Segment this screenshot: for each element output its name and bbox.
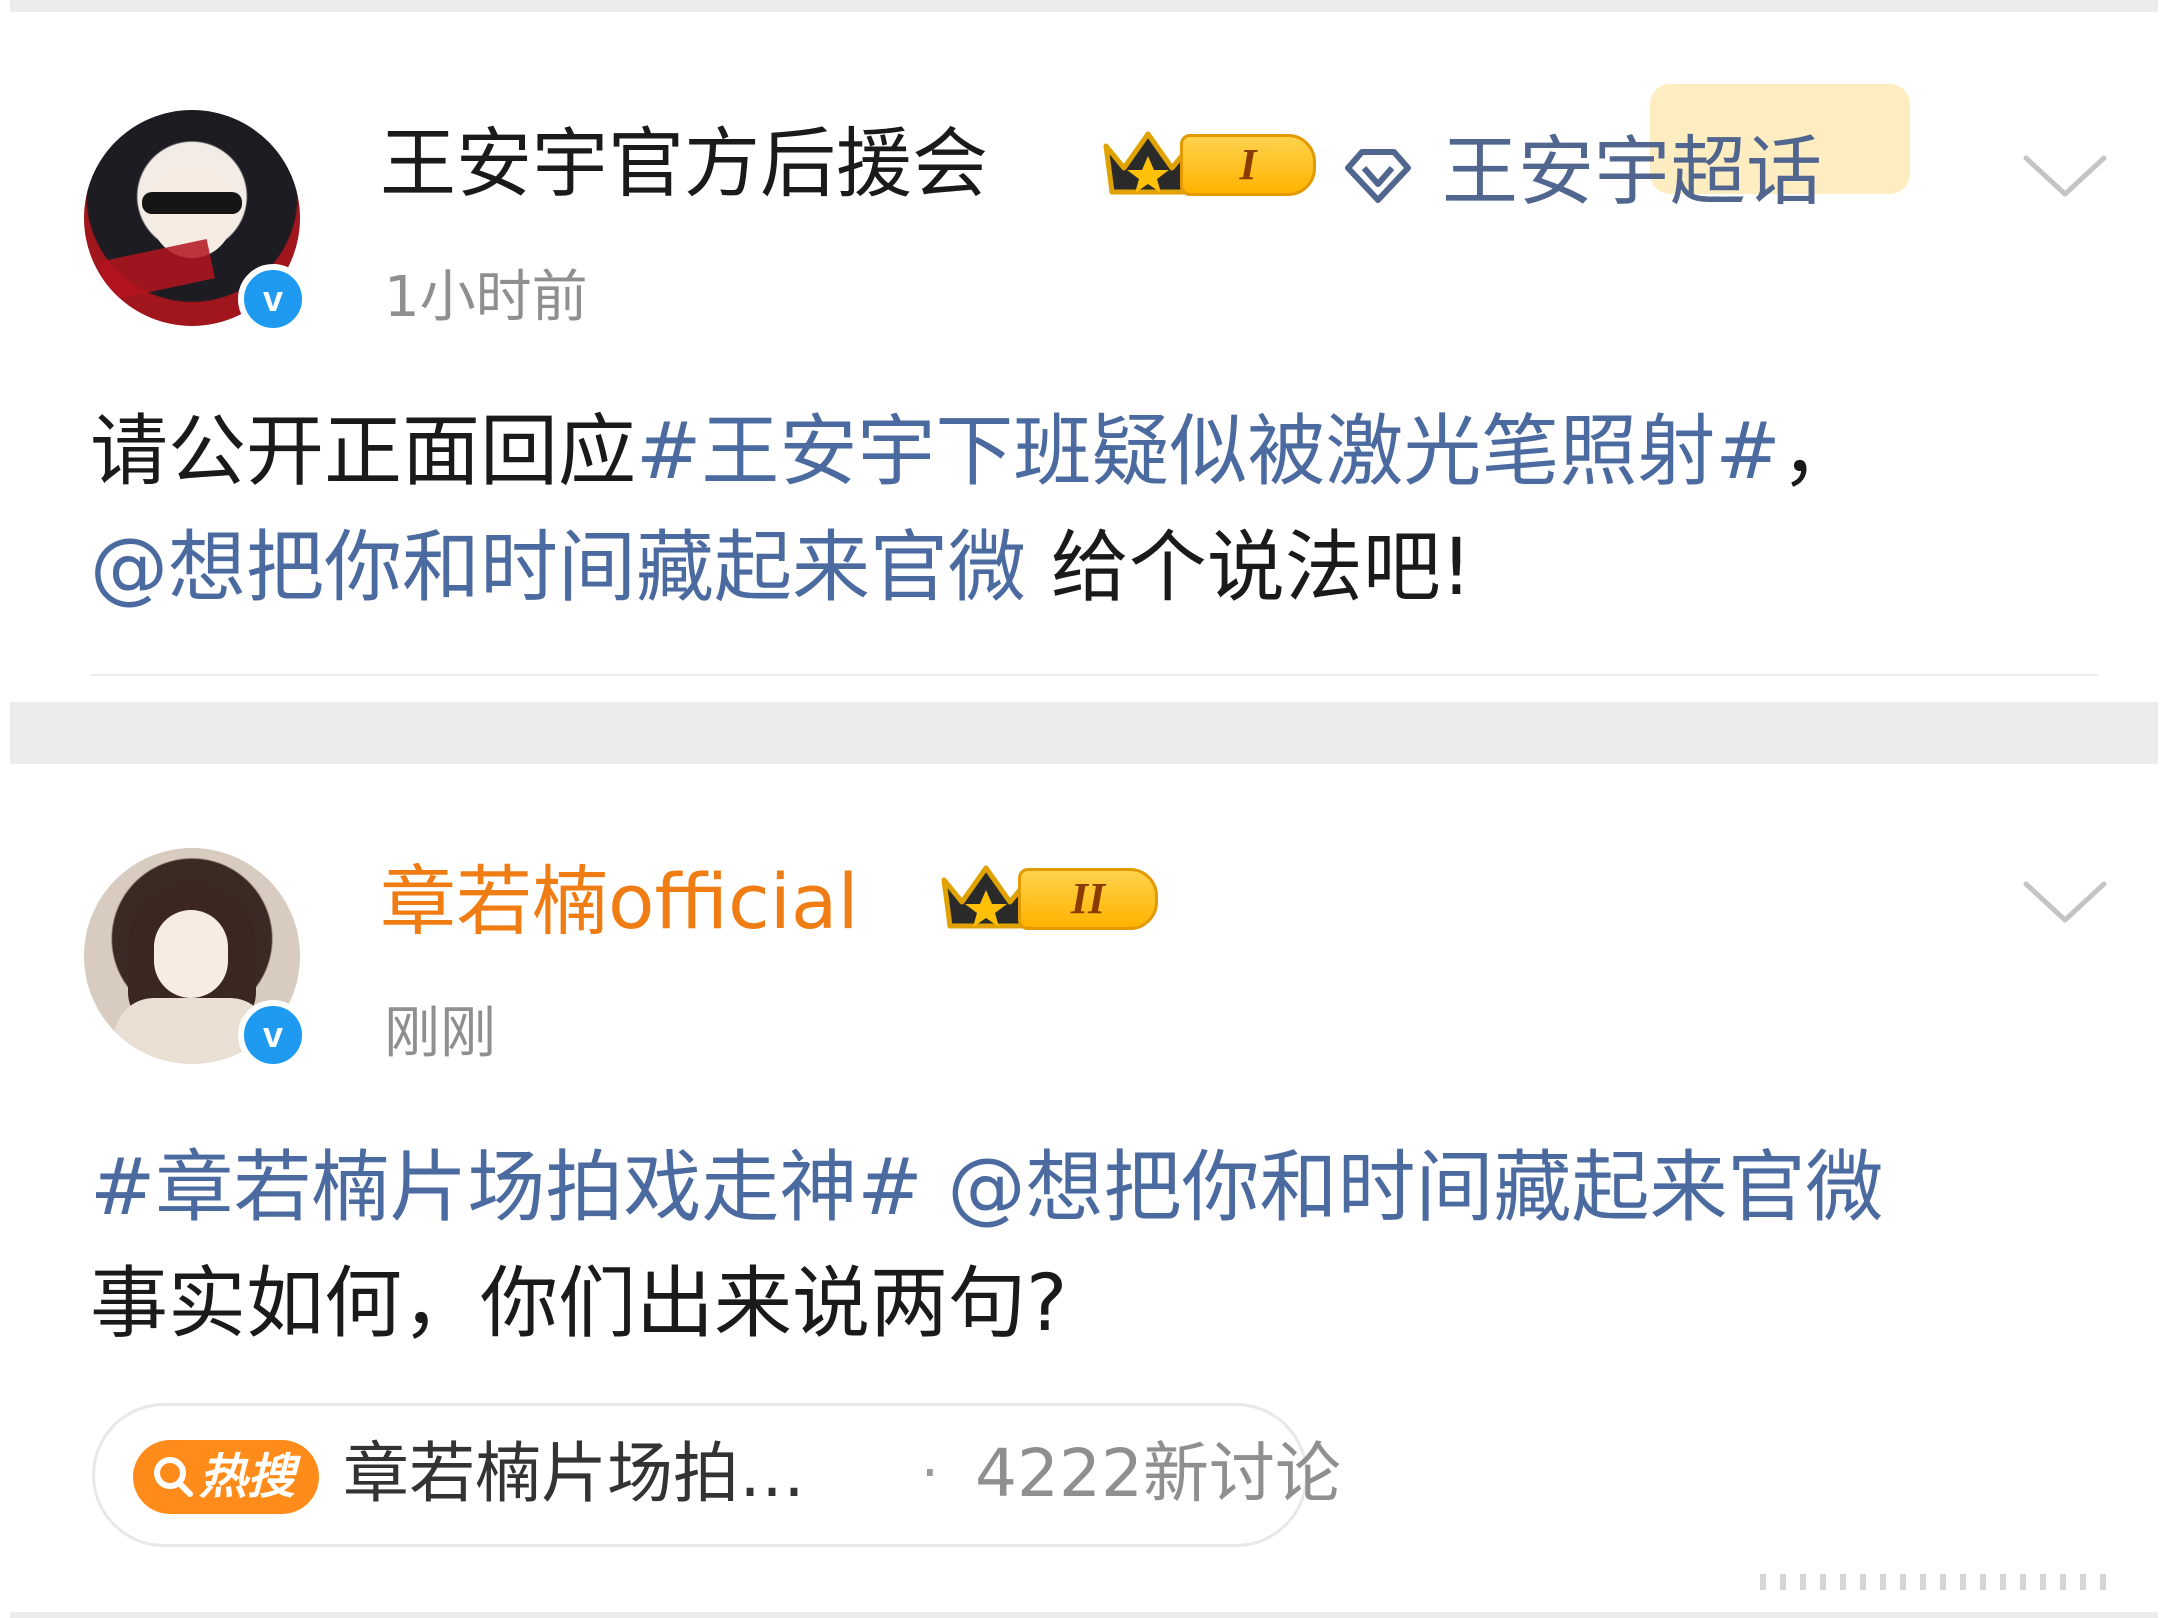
post-time: 刚刚 <box>384 1001 496 1066</box>
verified-icon: v <box>238 1000 308 1070</box>
chevron-down-icon[interactable] <box>2020 878 2110 928</box>
post-body-line-1: #章若楠片场拍戏走神# @想把你和时间藏起来官微 <box>90 1138 1884 1238</box>
hot-search-title[interactable]: 章若楠片场拍… <box>343 1424 805 1524</box>
post-card[interactable]: v 章若楠official II 刚刚 #章若楠片场拍戏走神# @想把你和时间藏… <box>10 764 2158 1610</box>
chevron-down-icon[interactable] <box>2020 152 2110 202</box>
hashtag-link[interactable]: #章若楠片场拍戏走神# <box>90 1143 923 1233</box>
search-icon <box>154 1457 193 1497</box>
body-text: 请公开正面回应 <box>90 407 637 497</box>
feed-separator <box>10 702 2158 764</box>
mention-link[interactable]: @想把你和时间藏起来官微 <box>923 1143 1884 1233</box>
post-card[interactable]: v 王安宇官方后援会 I 王安宇超话 1小时前 请公开正面回应#王安宇下班疑似被… <box>10 12 2158 702</box>
avatar-face <box>154 910 228 998</box>
avatar-red-calligraphy <box>99 239 215 301</box>
author-name[interactable]: 王安宇官方后援会 <box>380 114 988 214</box>
level-badge: II <box>1018 868 1158 930</box>
body-text: 给个说法吧! <box>1026 523 1473 613</box>
hot-search-count: 4222新讨论 <box>975 1435 1341 1512</box>
avatar-glasses <box>142 192 242 214</box>
divider <box>90 674 2098 676</box>
post-body-line-2: @想把你和时间藏起来官微 给个说法吧! <box>90 518 1472 618</box>
feed-separator-bottom <box>10 1612 2158 1618</box>
hashtag-link[interactable]: #王安宇下班疑似被激光笔照射# <box>636 407 1781 497</box>
post-body-line-2: 事实如何，你们出来说两句? <box>90 1254 1067 1354</box>
diamond-icon <box>1345 149 1411 203</box>
body-text: ， <box>1780 407 1859 497</box>
hot-search-separator: · <box>921 1441 939 1506</box>
hot-search-card[interactable]: 热搜 章若楠片场拍… · 4222新讨论 <box>92 1403 1341 1547</box>
author-name[interactable]: 章若楠official <box>380 852 859 952</box>
hot-search-badge: 热搜 <box>133 1440 319 1514</box>
supertopic-link[interactable]: 王安宇超话 <box>1442 122 1822 222</box>
feed-separator-top <box>10 0 2158 12</box>
mention-link[interactable]: @想把你和时间藏起来官微 <box>90 523 1026 613</box>
watermark-marks <box>1760 1574 2106 1590</box>
verified-icon: v <box>238 264 308 334</box>
post-body-line-1: 请公开正面回应#王安宇下班疑似被激光笔照射#， <box>90 402 1859 502</box>
post-time: 1小时前 <box>384 265 588 330</box>
level-badge: I <box>1180 134 1316 196</box>
body-text: 事实如何，你们出来说两句? <box>90 1259 1068 1349</box>
hot-search-badge-label: 热搜 <box>199 1449 296 1505</box>
